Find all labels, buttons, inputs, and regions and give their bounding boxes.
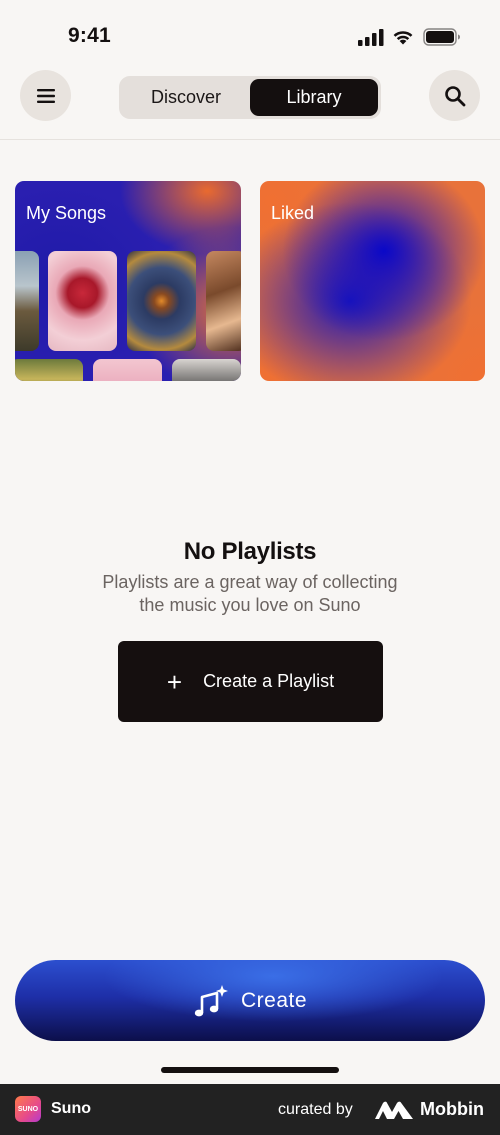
status-time: 9:41 bbox=[68, 24, 111, 47]
song-artwork bbox=[15, 251, 39, 351]
empty-state-description: Playlists are a great way of collecting … bbox=[0, 571, 500, 617]
song-artwork bbox=[15, 359, 83, 381]
song-artwork bbox=[93, 359, 162, 381]
footer-brand: Mobbin bbox=[420, 1099, 484, 1119]
create-playlist-button[interactable]: + Create a Playlist bbox=[118, 641, 383, 722]
song-artwork bbox=[172, 359, 241, 381]
menu-button[interactable] bbox=[20, 70, 71, 121]
discover-library-switch: Discover Library bbox=[119, 76, 381, 119]
card-title: My Songs bbox=[26, 203, 107, 223]
battery-icon bbox=[423, 28, 460, 46]
create-playlist-label: Create a Playlist bbox=[203, 671, 335, 691]
footer-app-name: Suno bbox=[51, 1100, 91, 1117]
plus-icon: + bbox=[166, 666, 183, 697]
song-artwork bbox=[206, 251, 241, 351]
home-indicator bbox=[161, 1067, 339, 1073]
liked-card[interactable]: Liked bbox=[260, 181, 485, 381]
my-songs-card[interactable]: My Songs bbox=[15, 181, 241, 381]
status-bar: 9:41 bbox=[0, 0, 500, 70]
empty-state-title: No Playlists bbox=[183, 538, 317, 565]
search-icon bbox=[444, 85, 465, 106]
tab-library[interactable]: Library bbox=[250, 79, 378, 116]
suno-app-icon: SUNO bbox=[15, 1096, 41, 1122]
top-navigation: Discover Library bbox=[0, 70, 500, 140]
card-title: Liked bbox=[271, 203, 315, 223]
music-sparkle-icon bbox=[194, 984, 228, 1016]
footer-curated-by: curated by bbox=[278, 1101, 353, 1118]
wifi-icon bbox=[393, 31, 413, 45]
description-line: Playlists are a great way of collecting bbox=[102, 572, 398, 592]
hamburger-menu-icon bbox=[36, 88, 55, 103]
create-label: Create bbox=[240, 988, 308, 1012]
mobbin-logo-icon bbox=[375, 1101, 413, 1119]
search-button[interactable] bbox=[429, 70, 480, 121]
tab-discover[interactable]: Discover bbox=[122, 79, 250, 116]
description-line: the music you love on Suno bbox=[139, 595, 361, 615]
cellular-signal-icon bbox=[358, 29, 384, 46]
create-song-button[interactable]: Create bbox=[15, 960, 485, 1041]
song-artwork bbox=[127, 251, 196, 351]
footer-bar: SUNO Suno curated by Mobbin bbox=[0, 1084, 500, 1135]
song-artwork bbox=[48, 251, 117, 351]
